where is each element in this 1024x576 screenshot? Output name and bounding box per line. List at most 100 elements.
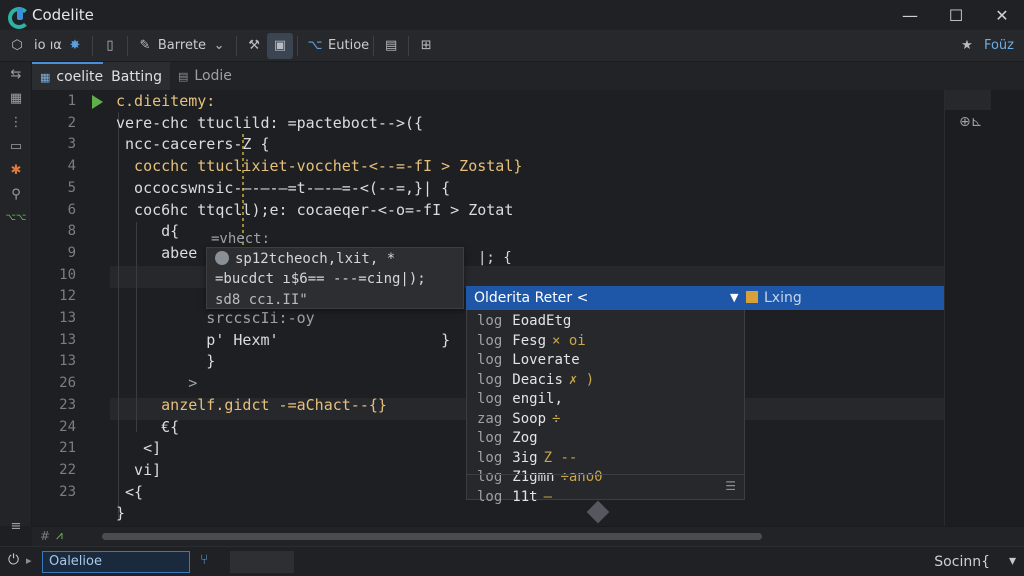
minimap[interactable]: ⊕⊾ xyxy=(944,90,1024,526)
code-line[interactable]: vi] xyxy=(116,459,161,481)
code-line[interactable]: } xyxy=(116,502,125,524)
run-arrow-icon[interactable] xyxy=(92,95,103,109)
status-right-label[interactable]: Socinn{ xyxy=(934,547,990,576)
favorite-star-icon[interactable]: ★ xyxy=(954,33,980,59)
line-number[interactable]: 13 xyxy=(32,350,76,372)
item-kind: log xyxy=(477,469,503,485)
code-line[interactable]: } xyxy=(116,350,215,372)
line-number[interactable]: 6 xyxy=(32,199,76,221)
power-icon[interactable]: ⏻ xyxy=(8,552,19,568)
debug-label[interactable]: Eutioe xyxy=(328,38,369,53)
code-line[interactable]: c.dieitemy: xyxy=(116,90,215,112)
collapse-icon[interactable]: ⇆ xyxy=(0,62,32,86)
explorer-icon[interactable]: ▦ xyxy=(0,86,32,110)
line-number[interactable]: 4 xyxy=(32,155,76,177)
document-icon[interactable]: ▤ xyxy=(378,33,404,59)
line-number[interactable]: 23 xyxy=(32,394,76,416)
activity-graph-icon: ⩘ xyxy=(56,528,63,542)
chevron-down-icon[interactable]: ⌄ xyxy=(206,33,232,59)
search-badge-icon[interactable]: ⊕⊾ xyxy=(959,114,982,130)
workspace-label[interactable]: io ıα xyxy=(34,38,62,53)
debug-icon[interactable]: ⌥ xyxy=(302,33,328,59)
code-line[interactable]: cocchc ttuclixiet-vocchet-<--=-fI > Zost… xyxy=(116,155,522,177)
code-line[interactable]: anzelf.gidct -=aChact--{} xyxy=(116,394,387,416)
code-line[interactable]: vere-chc ttuclild: =pacteboct-->({ xyxy=(116,112,423,134)
line-number[interactable]: 10 xyxy=(32,264,76,286)
save-icon[interactable]: ▣ xyxy=(267,32,294,59)
code-line[interactable]: coc6hc ttqcll);e: cocaeqer-<-o=-fI > Zot… xyxy=(116,199,513,221)
autocomplete-item[interactable]: log engil, xyxy=(477,390,569,410)
autocomplete-item[interactable]: log Deacis ✗ ) xyxy=(477,371,594,391)
scrollbar-thumb[interactable] xyxy=(102,533,762,540)
settings-gear-icon[interactable]: ✸ xyxy=(62,33,88,59)
line-number[interactable]: 12 xyxy=(32,285,76,307)
chevron-down-icon[interactable]: ▼ xyxy=(730,286,738,310)
status-segment[interactable] xyxy=(230,551,294,573)
autocomplete-item[interactable]: log 3ig Z -- xyxy=(477,449,577,469)
tree-icon[interactable]: ⋮ xyxy=(0,110,32,134)
code-line[interactable]: abee xyxy=(116,242,197,264)
code-line[interactable]: ncc-cacerers-Z { xyxy=(116,133,270,155)
line-number[interactable]: 13 xyxy=(32,329,76,351)
code-line[interactable]: > xyxy=(116,372,197,394)
new-tab-plus-icon[interactable]: ⊞ xyxy=(413,33,439,59)
code-line[interactable]: <{ xyxy=(116,481,143,503)
line-number[interactable]: 26 xyxy=(32,372,76,394)
hover-line: sp12tcheoch,lxit, * xyxy=(215,248,395,270)
window-title: Codelite xyxy=(32,6,94,24)
line-number[interactable]: 24 xyxy=(32,416,76,438)
dropdown-icon[interactable]: ▾ xyxy=(1009,553,1016,569)
autocomplete-item[interactable]: zag Soop ÷ xyxy=(477,410,560,430)
tab-coelite[interactable]: ▦ coelite xyxy=(32,62,112,90)
toolbar-divider xyxy=(236,35,238,56)
window-icon[interactable]: ▭ xyxy=(0,134,32,158)
code-line[interactable]: p' Hexm' } xyxy=(116,329,450,351)
autocomplete-item[interactable]: log EoadEtg xyxy=(477,312,577,332)
line-number[interactable]: 2 xyxy=(32,112,76,134)
close-button[interactable]: ✕ xyxy=(978,0,1024,30)
workspace-cube-icon[interactable]: ⬡ xyxy=(4,33,30,59)
line-number[interactable]: 21 xyxy=(32,437,76,459)
line-number[interactable]: 5 xyxy=(32,177,76,199)
terminal-icon[interactable]: ≡ xyxy=(0,514,32,538)
autocomplete-item[interactable]: log Zog xyxy=(477,429,544,449)
code-line[interactable]: occocswnsic-—-—-—=t-—-—=-<(--=,}| { xyxy=(116,177,450,199)
line-number[interactable]: 9 xyxy=(32,242,76,264)
autocomplete-list[interactable]: log EoadEtg log Fesg × oi log Loverate log Deaci… xyxy=(466,310,745,505)
tab-batting[interactable]: Batting xyxy=(103,62,170,90)
maximize-button[interactable]: ☐ xyxy=(932,0,980,30)
line-number[interactable]: 3 xyxy=(32,133,76,155)
minimap-viewport[interactable] xyxy=(945,90,991,110)
build-hammer-icon[interactable]: ⚒ xyxy=(241,33,267,59)
git-icon[interactable]: ⌥⌥ xyxy=(0,206,32,230)
line-number[interactable]: 23 xyxy=(32,481,76,503)
file-icon[interactable]: ▯ xyxy=(97,33,123,59)
line-number[interactable]: 1 xyxy=(32,90,76,112)
autocomplete-item[interactable]: log Loverate xyxy=(477,351,586,371)
horizontal-scrollbar[interactable]: # ⩘ xyxy=(32,526,1024,546)
status-search-input[interactable]: Oalelioe xyxy=(42,551,190,573)
bug-icon[interactable]: ✱ xyxy=(0,158,32,182)
line-number[interactable]: 13 xyxy=(32,307,76,329)
menu-icon[interactable]: ☰ xyxy=(725,479,736,493)
tab-lodie[interactable]: ▤ Lodie xyxy=(170,62,240,90)
line-number[interactable]: 22 xyxy=(32,459,76,481)
tab-label: Batting xyxy=(111,69,162,85)
list-divider xyxy=(467,474,744,475)
branch-icon[interactable]: ⑂ xyxy=(200,552,208,568)
edit-pencil-icon[interactable]: ✎ xyxy=(132,33,158,59)
code-line[interactable]: d{ xyxy=(116,220,179,242)
autocomplete-selected[interactable]: Olderita Reter < xyxy=(474,290,588,306)
autocomplete-item[interactable]: log Fesg × oi xyxy=(477,332,586,352)
code-line[interactable]: <] xyxy=(116,437,161,459)
build-config-dropdown[interactable]: Barrete xyxy=(158,38,206,53)
right-toolbar-label[interactable]: Foüz xyxy=(984,38,1014,53)
hover-line: =bucdct ı$6== ---=cing|); xyxy=(215,271,426,287)
autocomplete-header[interactable]: Olderita Reter < ▼ Lxing xyxy=(466,286,1006,310)
code-line[interactable]: €{ xyxy=(116,416,179,438)
minimize-button[interactable]: — xyxy=(886,0,934,30)
tools-icon[interactable]: ⚲ xyxy=(0,182,32,206)
line-number[interactable]: 8 xyxy=(32,220,76,242)
autocomplete-item[interactable]: log 11t — xyxy=(477,488,552,508)
autocomplete-item[interactable]: log Z1gmn ÷ano0 xyxy=(477,468,603,488)
